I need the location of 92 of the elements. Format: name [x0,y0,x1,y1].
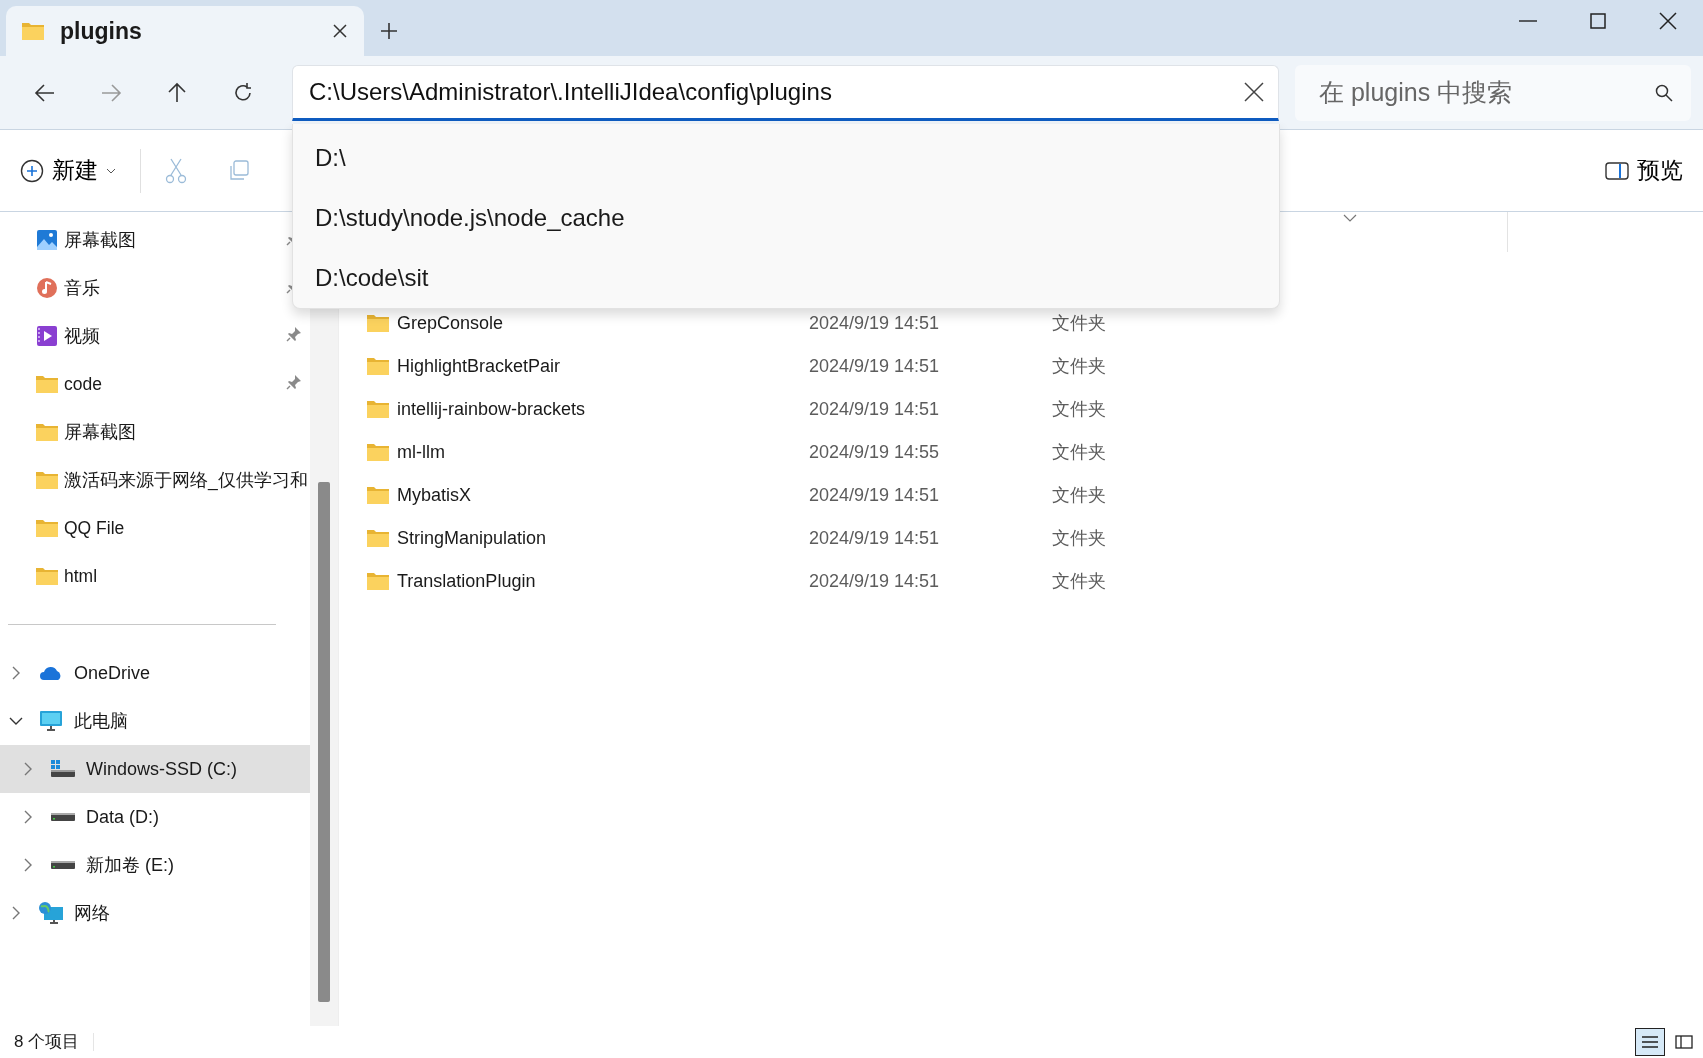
address-bar[interactable]: C:\Users\Administrator\.IntelliJIdea\config\plugins [292,64,1279,121]
sidebar-item[interactable]: html [0,552,310,600]
back-arrow-icon [34,81,56,104]
folder-icon [367,444,389,461]
close-icon [1659,12,1677,30]
folder-icon [367,358,389,375]
up-arrow-icon [166,81,188,104]
close-tab-button[interactable] [332,23,348,39]
file-type: 文件夹 [1052,398,1106,421]
sidebar-item[interactable]: 激活码来源于网络_仅供学习和 [0,456,310,504]
sort-caret-icon [1343,214,1357,222]
folder-icon [36,375,58,393]
modified-date: 2024/9/19 14:51 [809,312,941,335]
plus-icon [380,22,398,40]
clear-button[interactable] [1244,81,1264,102]
copy-icon [227,159,249,182]
suggestion-item[interactable]: D:\code\sit [293,248,1279,308]
tree-item[interactable]: Windows-SSD (C:) [0,745,310,793]
folder-icon [367,315,389,332]
search-box[interactable]: 在 plugins 中搜索 [1295,64,1691,121]
network-icon [38,901,64,925]
folder-icon [367,573,389,590]
copy-button[interactable] [227,159,249,182]
file-name[interactable]: StringManipulation [397,525,547,552]
sidebar-item[interactable]: QQ File [0,504,310,552]
search-field[interactable]: 在 plugins 中搜索 [1317,72,1655,113]
tree-item[interactable]: OneDrive [0,649,310,697]
file-type: 文件夹 [1052,484,1106,507]
minimize-icon [1519,20,1537,22]
address-field[interactable]: C:\Users\Administrator\.IntelliJIdea\config\plugins [307,72,1236,111]
sidebar-item[interactable]: code [0,360,310,408]
sidebar-item[interactable]: 视频 [0,312,310,360]
cloud-icon [39,664,63,682]
file-name[interactable]: MybatisX [397,482,472,509]
preview-button[interactable]: 预览 [1605,153,1683,188]
file-name[interactable]: intellij-rainbow-brackets [397,396,586,423]
folder-icon [36,519,58,537]
modified-date: 2024/9/19 14:51 [809,398,941,421]
file-type: 文件夹 [1052,355,1106,378]
view-button[interactable] [1635,1028,1665,1056]
forward-arrow-icon [100,81,122,104]
tree-item[interactable]: Data (D:) [0,793,310,841]
music-icon [36,277,58,299]
item-count: 8 个项目 [14,1031,80,1054]
sidebar-item[interactable]: 屏幕截图 [0,408,310,456]
folder-icon [22,22,44,40]
modified-date: 2024/9/19 14:51 [809,484,941,507]
maximize-icon [1589,12,1607,30]
close-icon [1244,81,1264,102]
folder-icon [367,530,389,547]
folder-icon [36,423,58,441]
modified-date: 2024/9/19 14:51 [809,527,941,550]
preview-pane-icon [1605,161,1629,180]
folder-icon [367,401,389,418]
scrollbar-thumb[interactable] [318,482,330,1002]
file-name[interactable]: ml-llm [397,439,445,466]
tree-item[interactable]: 此电脑 [0,697,310,745]
tab-title: plugins [60,16,143,46]
tab[interactable]: plugins [6,6,364,56]
video-icon [36,325,58,347]
suggestion-item[interactable]: D:\ [293,128,1279,188]
picture-icon [36,229,58,251]
new-button[interactable]: 新建 [20,153,116,188]
caret-icon [106,167,116,174]
drive-icon [50,759,76,779]
refresh-icon [232,81,254,104]
folder-icon [367,487,389,504]
modified-date: 2024/9/19 14:55 [809,441,941,464]
cut-button[interactable] [165,157,187,184]
drive-icon [50,811,76,823]
file-type: 文件夹 [1052,527,1106,550]
drive-icon [50,859,76,871]
modified-date: 2024/9/19 14:51 [809,355,941,378]
tree-item[interactable]: 网络 [0,889,310,937]
tree-item[interactable]: 新加卷 (E:) [0,841,310,889]
file-name[interactable]: HighlightBracketPair [397,353,561,380]
file-name[interactable]: TranslationPlugin [397,568,536,595]
close-icon [332,23,348,39]
suggestion-item[interactable]: D:\study\node.js\node_cache [293,188,1279,248]
monitor-icon [39,710,63,732]
file-type: 文件夹 [1052,570,1106,593]
scissors-icon [165,157,187,184]
tiles-icon [1675,1035,1693,1049]
folder-icon [36,471,58,489]
plus-circle-icon [20,158,44,183]
modified-date: 2024/9/19 14:51 [809,570,941,593]
file-type: 文件夹 [1052,441,1106,464]
file-type: 文件夹 [1052,312,1106,335]
search-icon [1655,83,1673,102]
list-icon [1641,1035,1659,1049]
file-name[interactable]: GrepConsole [397,310,504,337]
folder-icon [36,567,58,585]
